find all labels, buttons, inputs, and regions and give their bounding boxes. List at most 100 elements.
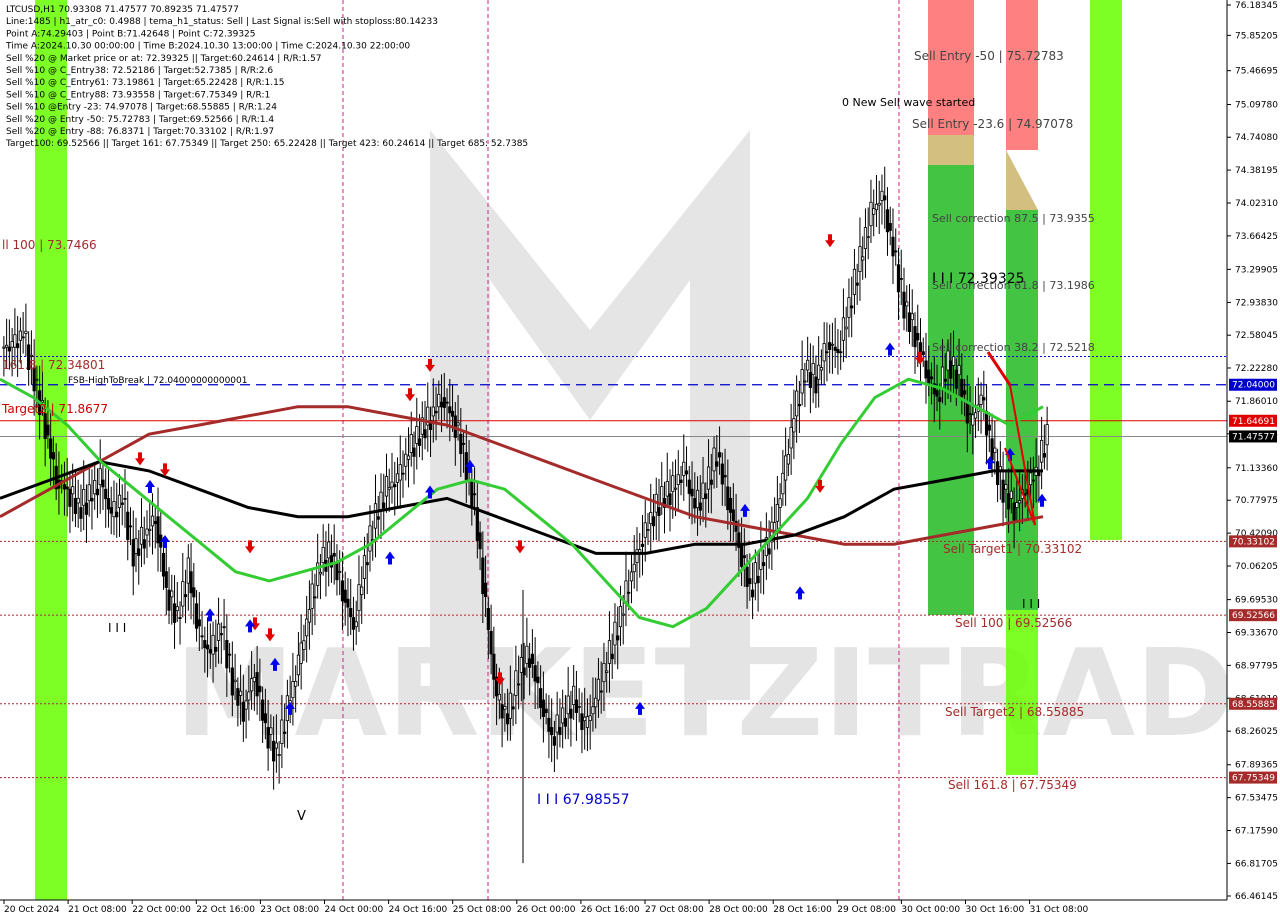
candle-body — [855, 282, 859, 286]
candle-body — [984, 410, 989, 436]
candle-body — [993, 447, 997, 453]
x-tick-label: 26 Oct 00:00 — [517, 905, 576, 915]
candle-body — [869, 201, 873, 227]
y-tick-label: 69.33670 — [1235, 628, 1278, 638]
candle-body — [517, 683, 521, 686]
candle-body — [841, 317, 846, 341]
candle-body — [660, 486, 664, 504]
candle-body — [404, 453, 408, 467]
candle-body — [792, 418, 796, 433]
candle-body — [170, 590, 174, 598]
candle-body — [819, 367, 824, 371]
candle-body — [382, 502, 386, 509]
candle-body — [547, 717, 551, 732]
candle-body — [990, 438, 994, 461]
candle-body — [715, 461, 719, 467]
candle-body — [828, 342, 832, 351]
candle-body — [73, 497, 78, 514]
sell-100-label: Sell 100 | 69.52566 — [955, 616, 1072, 630]
candle-body — [277, 754, 281, 756]
candle-body — [585, 716, 590, 728]
candle-body — [982, 397, 986, 401]
y-tick-label: 67.53475 — [1235, 794, 1278, 804]
candle-body — [241, 701, 245, 722]
chart-window: MARKETZITRADE LTCUSD,H1 70.93308 71.4757… — [0, 0, 1280, 920]
candle-body — [861, 256, 865, 261]
candle-body — [1031, 479, 1035, 482]
v-mark: V — [297, 809, 306, 824]
time-axis[interactable]: 20 Oct 2024 21 Oct 08:00 22 Oct 00:00 22 Oc… — [0, 899, 1280, 920]
candle-body — [1015, 502, 1019, 508]
candle-body — [305, 618, 309, 637]
candle-body — [789, 426, 793, 449]
candle-body — [362, 555, 367, 579]
candle-body — [1012, 502, 1016, 521]
x-tick-label: 29 Oct 08:00 — [837, 905, 896, 915]
candle-body — [283, 731, 287, 734]
x-tick-label: 27 Oct 08:00 — [645, 905, 704, 915]
candle-body — [291, 681, 295, 699]
candle-body — [1006, 493, 1011, 510]
candle-body — [192, 587, 196, 598]
candle-body — [172, 603, 177, 623]
candle-body — [90, 497, 94, 502]
candle-body — [280, 719, 284, 744]
price-chart[interactable]: MARKETZITRADE LTCUSD,H1 70.93308 71.4757… — [0, 0, 1280, 920]
candle-body — [646, 529, 650, 531]
candle-body — [905, 301, 909, 307]
candle-body — [365, 562, 369, 566]
candle-body — [183, 594, 188, 598]
candle-body — [296, 654, 301, 676]
candle-body — [373, 503, 378, 529]
candle-body — [189, 571, 193, 594]
candle-body — [230, 667, 234, 696]
candle-body — [1045, 424, 1049, 446]
candle-body — [610, 653, 614, 660]
candle-body — [742, 555, 746, 559]
candle-body — [541, 699, 545, 717]
candle-body — [833, 346, 837, 351]
candle-body — [5, 344, 9, 348]
y-tick-label: 72.58045 — [1235, 331, 1278, 341]
x-tick-label: 22 Oct 16:00 — [196, 905, 255, 915]
price-axis[interactable]: 76.18345 75.85205 75.46695 75.09780 74.74080… — [1226, 0, 1280, 920]
candle-body — [706, 466, 711, 490]
candle-body — [563, 717, 568, 727]
candle-body — [35, 378, 39, 381]
candle-body — [924, 360, 928, 379]
candle-body — [1004, 484, 1008, 490]
candle-body — [313, 596, 317, 599]
candle-body — [302, 640, 306, 651]
candle-body — [822, 343, 826, 362]
candle-body — [65, 486, 69, 490]
candle-body — [852, 268, 857, 295]
candle-body — [874, 203, 879, 211]
candle-body — [82, 489, 86, 506]
candle-body — [247, 691, 251, 701]
candle-body — [263, 713, 267, 724]
candle-body — [360, 586, 364, 596]
candle-body — [594, 697, 598, 708]
y-tick-label: 75.46695 — [1235, 67, 1278, 77]
candle-body — [682, 461, 686, 476]
candle-body — [134, 538, 138, 554]
info-line: Sell %20 @ Entry -88: 76.8371 | Target:7… — [6, 127, 274, 137]
candle-body — [618, 605, 623, 628]
y-tick-label: 72.93830 — [1235, 298, 1278, 308]
y-tick-label: 67.17590 — [1235, 827, 1278, 837]
candle-body — [216, 623, 221, 641]
candle-body — [907, 312, 912, 333]
candle-body — [178, 617, 182, 619]
candle-body — [979, 394, 983, 405]
candle-body — [651, 516, 656, 527]
candle-body — [731, 509, 735, 522]
candle-body — [318, 571, 323, 575]
candle-body — [786, 454, 790, 465]
price-tag-label: 69.52566 — [1232, 611, 1275, 621]
y-tick-label: 68.26025 — [1235, 727, 1278, 737]
candle-body — [79, 507, 83, 519]
candle-body — [398, 464, 402, 481]
candle-body — [214, 646, 218, 652]
y-tick-label: 68.97795 — [1235, 661, 1278, 671]
candle-body — [450, 410, 455, 417]
